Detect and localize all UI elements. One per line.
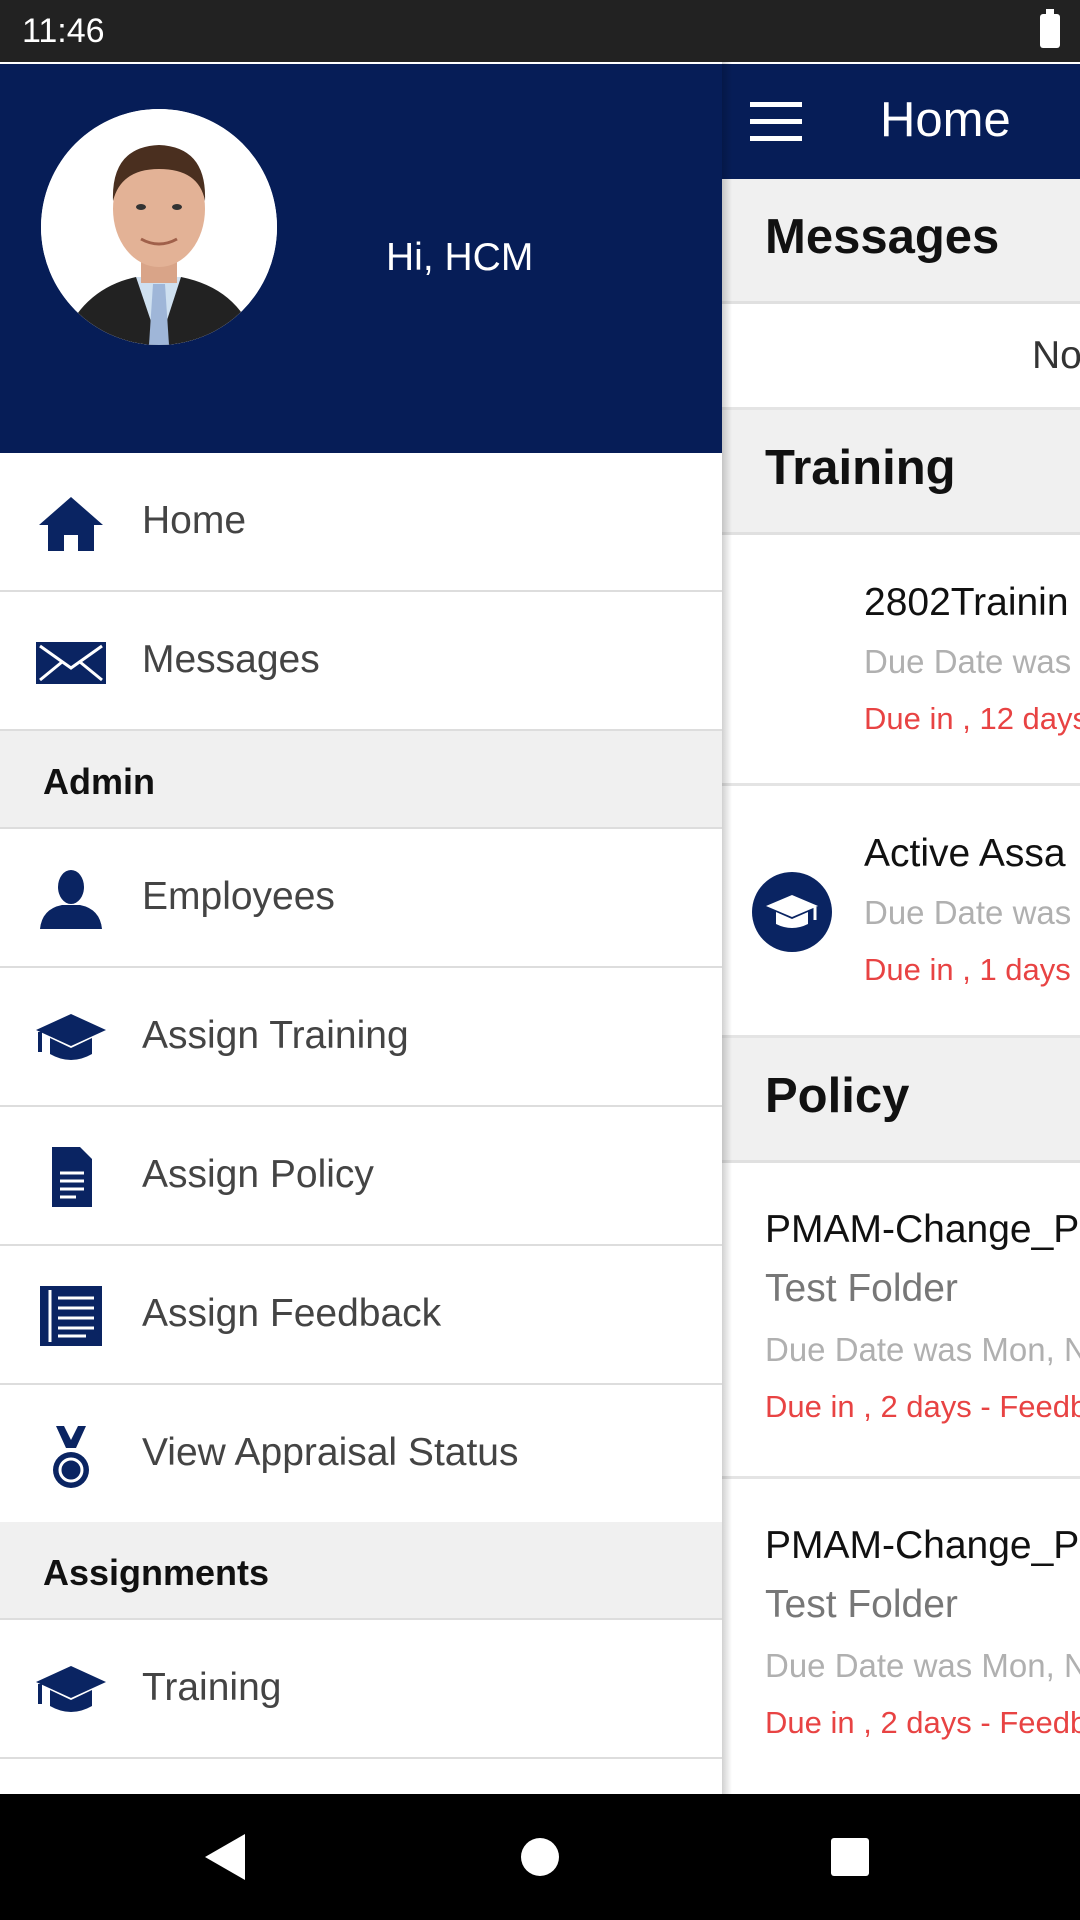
admin-section-header: Admin bbox=[0, 731, 722, 829]
avatar[interactable] bbox=[41, 109, 277, 345]
recents-icon[interactable] bbox=[831, 1838, 869, 1876]
envelope-icon bbox=[36, 642, 106, 684]
item-due-in: Due in , 12 days bbox=[864, 701, 1080, 736]
policy-section-header: Policy bbox=[722, 1038, 1080, 1163]
item-due-in: Due in , 2 days - Feedba bbox=[765, 1705, 1080, 1740]
medal-icon bbox=[53, 1426, 89, 1488]
menu-item-view-appraisal-status[interactable]: View Appraisal Status bbox=[0, 1385, 722, 1524]
home-screen: Home Messages No Training 2802Trainin Du… bbox=[722, 62, 1080, 1794]
item-due-in: Due in , 2 days - Feedba bbox=[765, 1389, 1080, 1424]
drawer-shadow bbox=[722, 62, 732, 1794]
section-title: Messages bbox=[765, 210, 1000, 264]
graduation-cap-icon bbox=[36, 1014, 106, 1060]
item-title: Active Assa bbox=[864, 832, 1066, 875]
messages-section-header: Messages bbox=[722, 179, 1080, 304]
menu-item-home[interactable]: Home bbox=[0, 453, 722, 592]
home-nav-icon[interactable] bbox=[521, 1838, 559, 1876]
graduation-cap-icon bbox=[36, 1666, 106, 1712]
page-title: Home bbox=[880, 93, 1011, 147]
app-toolbar: Home bbox=[722, 64, 1080, 179]
menu-label: Employees bbox=[142, 875, 335, 918]
menu-item-employees[interactable]: Employees bbox=[0, 829, 722, 968]
training-item[interactable]: Active Assa Due Date was Due in , 1 days bbox=[722, 786, 1080, 1038]
training-section-header: Training bbox=[722, 410, 1080, 535]
item-due-date: Due Date was bbox=[864, 894, 1072, 931]
item-due-date: Due Date was bbox=[864, 643, 1072, 680]
section-title: Admin bbox=[43, 761, 155, 802]
item-due-in: Due in , 1 days bbox=[864, 952, 1071, 987]
item-folder: Test Folder bbox=[765, 1583, 958, 1626]
training-item[interactable]: 2802Trainin Due Date was Due in , 12 day… bbox=[722, 535, 1080, 786]
item-due-date: Due Date was Mon, N bbox=[765, 1647, 1080, 1684]
messages-empty-row: No bbox=[722, 304, 1080, 410]
home-icon bbox=[39, 497, 103, 551]
graduation-cap-icon bbox=[752, 872, 832, 952]
menu-label: Assign Feedback bbox=[142, 1292, 442, 1335]
menu-item-assign-training[interactable]: Assign Training bbox=[0, 968, 722, 1107]
menu-item-assign-feedback[interactable]: Assign Feedback bbox=[0, 1246, 722, 1385]
policy-item[interactable]: PMAM-Change_P Test Folder Due Date was M… bbox=[722, 1479, 1080, 1794]
item-folder: Test Folder bbox=[765, 1267, 958, 1310]
menu-label: Training bbox=[142, 1666, 282, 1709]
back-icon[interactable] bbox=[205, 1834, 245, 1880]
section-title: Training bbox=[765, 441, 956, 495]
menu-icon[interactable] bbox=[750, 102, 802, 142]
item-title: PMAM-Change_P bbox=[765, 1208, 1080, 1251]
menu-label: View Appraisal Status bbox=[142, 1431, 519, 1474]
status-bar: 11:46 bbox=[0, 0, 1080, 62]
item-due-date: Due Date was Mon, N bbox=[765, 1331, 1080, 1368]
document-icon bbox=[52, 1147, 92, 1207]
menu-label: Home bbox=[142, 499, 247, 542]
item-title: 2802Trainin bbox=[864, 581, 1069, 624]
assignments-section-header: Assignments bbox=[0, 1522, 722, 1620]
section-title: Assignments bbox=[43, 1552, 270, 1593]
person-icon bbox=[40, 870, 102, 929]
list-icon bbox=[40, 1286, 102, 1346]
drawer-header: Hi, HCM bbox=[0, 64, 722, 453]
greeting: Hi, HCM bbox=[386, 236, 534, 279]
menu-label: Assign Training bbox=[142, 1014, 409, 1057]
menu-label: Assign Policy bbox=[142, 1153, 374, 1196]
menu-item-training[interactable]: Training bbox=[0, 1620, 722, 1759]
section-title: Policy bbox=[765, 1069, 910, 1123]
item-title: PMAM-Change_P bbox=[765, 1524, 1080, 1567]
system-nav-bar bbox=[0, 1794, 1080, 1920]
policy-item[interactable]: PMAM-Change_P Test Folder Due Date was M… bbox=[722, 1163, 1080, 1479]
empty-text: No bbox=[1032, 334, 1080, 377]
navigation-drawer: Hi, HCM Home Messages Admin Employees As… bbox=[0, 62, 722, 1794]
menu-label: Messages bbox=[142, 638, 320, 681]
menu-item-assign-policy[interactable]: Assign Policy bbox=[0, 1107, 722, 1246]
clock: 11:46 bbox=[22, 12, 105, 50]
battery-icon bbox=[1040, 9, 1060, 48]
menu-item-messages[interactable]: Messages bbox=[0, 592, 722, 731]
